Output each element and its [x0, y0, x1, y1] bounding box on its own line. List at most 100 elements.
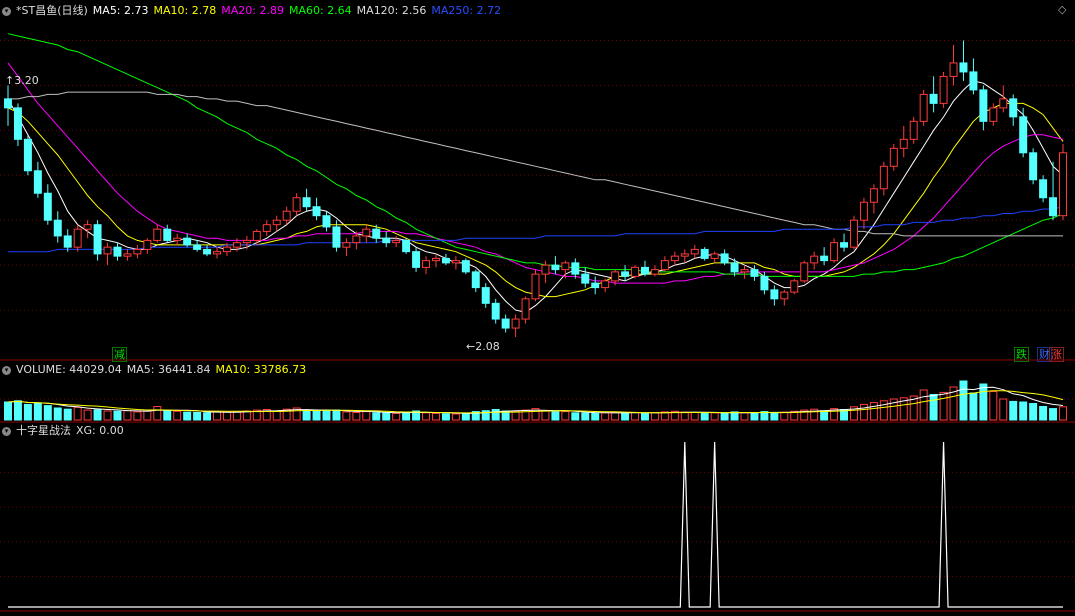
- candle-body: [640, 266, 649, 275]
- candle-body: [163, 228, 172, 241]
- candle-body: [501, 318, 510, 329]
- volume-bar: [581, 412, 590, 421]
- volume-bar: [631, 412, 640, 421]
- volume-bar: [1009, 400, 1018, 421]
- candle-body: [840, 242, 849, 248]
- ma10-label: MA10: 2.78: [153, 4, 217, 17]
- candle-body: [422, 260, 431, 268]
- diamond-icon[interactable]: ◇: [1058, 3, 1066, 16]
- event-tag-zhang[interactable]: 涨: [1049, 347, 1064, 362]
- volume-bar: [362, 411, 371, 421]
- volume-bar: [959, 380, 968, 421]
- volume-bar: [232, 411, 241, 421]
- volume-bar: [750, 412, 759, 421]
- stock-chart[interactable]: [0, 0, 1075, 616]
- volume-bar: [710, 412, 719, 421]
- collapse-icon[interactable]: ▾: [2, 426, 11, 436]
- volume-bar: [650, 412, 659, 421]
- volume-bar: [392, 412, 401, 421]
- volume-bar: [33, 403, 42, 421]
- volume-bar: [541, 410, 550, 421]
- candle-body: [790, 280, 799, 293]
- candle-body: [770, 289, 779, 300]
- candle-body: [949, 62, 958, 77]
- volume-bar: [491, 409, 500, 421]
- candle-body: [292, 197, 301, 212]
- ma250-label: MA250: 2.72: [431, 4, 502, 17]
- volume-panel-header: ▾ VOLUME: 44029.04 MA5: 36441.84 MA10: 3378…: [2, 363, 311, 377]
- candle-body: [173, 237, 182, 241]
- candle-body: [710, 253, 719, 259]
- ma-line-ma20: [7, 62, 1064, 284]
- candle-body: [312, 206, 321, 217]
- candle-body: [1029, 152, 1038, 181]
- candle-body: [491, 302, 500, 320]
- candle-body: [820, 255, 829, 262]
- candle-body: [73, 228, 82, 248]
- volume-bar: [163, 410, 172, 421]
- candle-body: [1049, 197, 1058, 217]
- candle-body: [352, 235, 361, 244]
- candle-body: [601, 280, 610, 289]
- candle-body: [730, 262, 739, 273]
- candle-body: [153, 228, 162, 241]
- candle-body: [1019, 116, 1028, 154]
- volume-bar: [571, 412, 580, 421]
- price-panel-header: ▾ *ST昌鱼(日线) MA5: 2.73 MA10: 2.78 MA20: 2.89 M…: [2, 4, 506, 18]
- volume-bar: [203, 412, 212, 421]
- candle-body: [302, 197, 311, 208]
- volume-bar: [720, 412, 729, 421]
- candle-body: [899, 138, 908, 149]
- candle-body: [123, 253, 132, 257]
- event-tag-die[interactable]: 跌: [1014, 347, 1029, 362]
- volume-bar: [989, 391, 998, 421]
- volume-bar: [621, 412, 630, 421]
- volume-bar: [1019, 401, 1028, 421]
- volume-bar: [700, 412, 709, 421]
- candle-body: [402, 239, 411, 253]
- candle-body: [63, 235, 72, 248]
- ma60-label: MA60: 2.64: [288, 4, 352, 17]
- high-price-marker: ↑3.20: [5, 74, 39, 87]
- ma20-label: MA20: 2.89: [221, 4, 284, 17]
- candle-body: [511, 318, 520, 329]
- volume-bar: [73, 406, 82, 421]
- candle-body: [740, 269, 749, 273]
- low-price-marker: ←2.08: [466, 340, 500, 353]
- candle-body: [193, 244, 202, 250]
- candle-body: [869, 188, 878, 203]
- collapse-icon[interactable]: ▾: [2, 6, 11, 16]
- candle-body: [999, 98, 1008, 109]
- candle-body: [1009, 98, 1018, 118]
- ma120-label: MA120: 2.56: [356, 4, 427, 17]
- volume-bar: [183, 411, 192, 421]
- candle-body: [621, 271, 630, 277]
- candle-body: [670, 255, 679, 262]
- candle-body: [750, 269, 759, 277]
- candle-body: [810, 255, 819, 264]
- candle-body: [13, 107, 22, 140]
- volume-bar: [302, 409, 311, 421]
- candle-body: [33, 170, 42, 194]
- candle-body: [471, 271, 480, 289]
- candle-body: [919, 93, 928, 122]
- candle-body: [979, 89, 988, 122]
- candle-body: [551, 264, 560, 271]
- candle-body: [272, 219, 281, 226]
- stock-title[interactable]: *ST昌鱼(日线): [16, 4, 88, 17]
- volume-bar: [193, 412, 202, 421]
- collapse-icon[interactable]: ▾: [2, 365, 11, 375]
- candle-body: [183, 237, 192, 246]
- candle-body: [43, 192, 52, 221]
- volume-bar: [561, 411, 570, 421]
- ma-line-ma10: [7, 102, 1064, 298]
- volume-bar: [173, 410, 182, 421]
- volume-bar: [332, 409, 341, 421]
- event-tag-jian[interactable]: 减: [112, 347, 127, 362]
- candle-body: [879, 165, 888, 190]
- volume-bar: [441, 413, 450, 421]
- volume-bar: [4, 401, 12, 421]
- low-price-value: 2.08: [475, 340, 500, 353]
- candle-body: [372, 228, 381, 239]
- volume-bar: [312, 410, 321, 421]
